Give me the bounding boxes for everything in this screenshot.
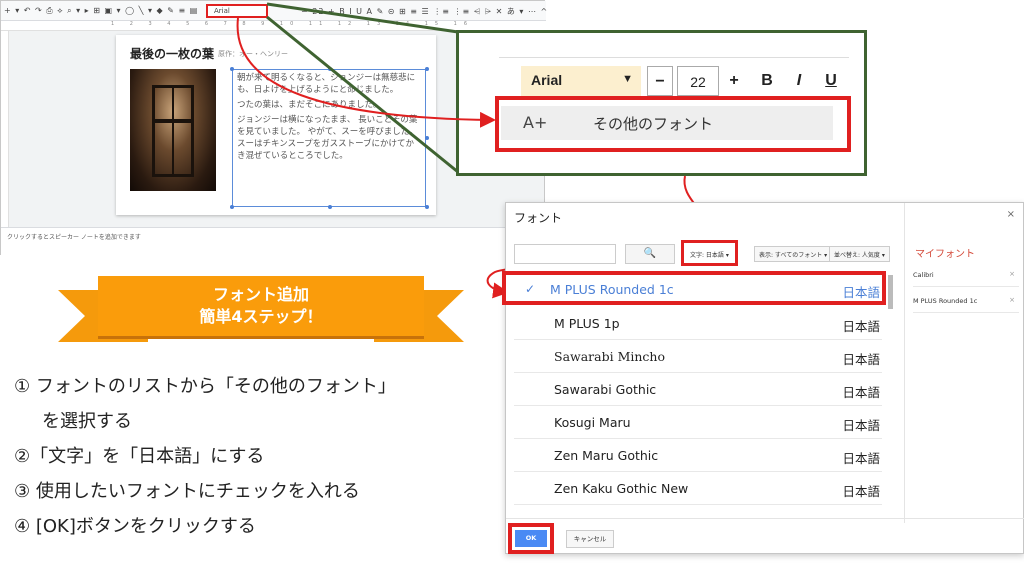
slide-title[interactable]: 最後の一枚の葉 xyxy=(130,45,214,62)
bold-button[interactable]: B xyxy=(757,66,777,96)
cancel-button[interactable]: キャンセル xyxy=(566,530,614,548)
more-fonts-label: その他のフォント xyxy=(593,115,714,133)
font-language: 日本語 xyxy=(842,451,880,466)
chevron-down-icon: ▼ xyxy=(622,73,633,85)
script-filter-dropdown[interactable]: 文字: 日本語 ▾ xyxy=(681,240,738,266)
resize-handle[interactable] xyxy=(328,67,332,71)
my-font-item: M PLUS Rounded 1c × xyxy=(913,291,1019,313)
italic-button[interactable]: I xyxy=(789,66,809,96)
show-filter-dropdown[interactable]: 表示: すべてのフォント ▾ xyxy=(754,246,833,262)
resize-handle[interactable] xyxy=(230,67,234,71)
font-size-increase-button[interactable]: + xyxy=(723,66,745,96)
my-font-item: Calibri × xyxy=(913,265,1019,287)
step-2: ②「文字」を「日本語」にする xyxy=(14,446,265,467)
resize-handle[interactable] xyxy=(230,205,234,209)
font-select-label: Arial xyxy=(531,72,563,88)
my-fonts-title: マイフォント xyxy=(915,249,975,260)
font-item-m-plus-rounded-1c[interactable]: ✓ M PLUS Rounded 1c 日本語 xyxy=(502,271,886,305)
font-item-kosugi-maru[interactable]: Kosugi Maru 日本語 xyxy=(514,406,882,439)
more-fonts-menu-item[interactable]: A+ その他のフォント xyxy=(501,106,833,140)
font-search-input[interactable] xyxy=(514,244,616,264)
font-item-sawarabi-mincho[interactable]: Sawarabi Mincho 日本語 xyxy=(514,340,882,373)
font-family-select[interactable]: Arial xyxy=(206,4,268,18)
resize-handle[interactable] xyxy=(425,205,429,209)
steps-list: ① フォントのリストから「その他のフォント」 を選択する ②「文字」を「日本語」… xyxy=(14,372,474,547)
font-list-scrollbar[interactable] xyxy=(888,275,893,309)
toolbar-format-icons[interactable]: − 22 + B I U A ✎ ⊝ ⊞ ≡ ☰ ⋮≡ ⋮≡ ⩤ ⩥ ✕ あ ▾… xyxy=(301,6,548,17)
toolbar-icons[interactable]: + ▾ ↶ ↷ ⎙ ⟡ ⌕ ▾ ▸ ⊞ ▣ ▾ ◯ ╲ ▾ ◆ ✎ ≡ ▤ xyxy=(4,6,198,16)
editor-toolbar: + ▾ ↶ ↷ ⎙ ⟡ ⌕ ▾ ▸ ⊞ ▣ ▾ ◯ ╲ ▾ ◆ ✎ ≡ ▤ Ar… xyxy=(1,1,548,21)
step-1-continued: を選択する xyxy=(42,411,132,432)
font-select-zoomed[interactable]: Arial ▼ xyxy=(521,66,641,96)
font-name: Zen Maru Gothic xyxy=(554,448,659,463)
font-language: 日本語 xyxy=(842,352,880,367)
font-language: 日本語 xyxy=(842,385,880,400)
ok-button-highlight: OK xyxy=(508,523,554,554)
underline-button[interactable]: U xyxy=(821,66,841,96)
vertical-ruler xyxy=(1,31,9,231)
font-item-zen-maru-gothic[interactable]: Zen Maru Gothic 日本語 xyxy=(514,439,882,472)
font-item-sawarabi-gothic[interactable]: Sawarabi Gothic 日本語 xyxy=(514,373,882,406)
remove-icon[interactable]: × xyxy=(1009,296,1015,304)
window-mullion xyxy=(172,85,174,177)
add-font-icon: A+ xyxy=(523,113,548,132)
banner-title-line2: 簡単4ステップ！ xyxy=(199,307,323,326)
slide-text-box[interactable]: 朝が来て明るくなると、ジョンジーは無慈悲にも、日よけを上げるようにと命じました。… xyxy=(232,69,426,207)
sort-dropdown[interactable]: 並べ替え: 人気度 ▾ xyxy=(829,246,890,262)
font-name: Sawarabi Gothic xyxy=(554,382,657,397)
resize-handle[interactable] xyxy=(328,205,332,209)
ribbon-main: フォント追加 簡単4ステップ！ xyxy=(98,276,424,336)
divider xyxy=(499,57,849,58)
font-name: Zen Kaku Gothic New xyxy=(554,481,689,496)
resize-handle[interactable] xyxy=(425,67,429,71)
speaker-notes[interactable]: クリックするとスピーカー ノートを追加できます xyxy=(1,227,546,255)
check-icon: ✓ xyxy=(525,282,536,296)
slide-paragraph: つたの葉は、まだそこにありました。 xyxy=(237,100,382,110)
more-fonts-highlight: A+ その他のフォント xyxy=(495,96,851,152)
step-1: ① フォントのリストから「その他のフォント」 xyxy=(14,376,396,397)
font-dialog: フォント × 🔍 文字: 日本語 ▾ 表示: すべてのフォント ▾ 並べ替え: … xyxy=(502,202,1024,554)
slide-author[interactable]: 原作：オー・ヘンリー xyxy=(218,49,288,59)
my-font-name: M PLUS Rounded 1c xyxy=(913,297,978,305)
dialog-title: フォント xyxy=(514,211,563,225)
ok-button[interactable]: OK xyxy=(515,530,547,547)
remove-icon[interactable]: × xyxy=(1009,270,1015,278)
banner-title-line1: フォント追加 xyxy=(212,285,309,304)
font-name: M PLUS 1p xyxy=(554,316,620,331)
my-font-name: Calibri xyxy=(913,271,934,279)
step-4: ④ [OK]ボタンをクリックする xyxy=(14,516,256,537)
zoom-callout: Arial ▼ − 22 + B I U A+ その他のフォント xyxy=(456,30,867,176)
resize-handle[interactable] xyxy=(425,136,429,140)
tutorial-canvas: + ▾ ↶ ↷ ⎙ ⟡ ⌕ ▾ ▸ ⊞ ▣ ▾ ◯ ╲ ▾ ◆ ✎ ≡ ▤ Ar… xyxy=(0,0,1024,563)
font-language: 日本語 xyxy=(842,418,880,433)
font-language: 日本語 xyxy=(842,319,880,334)
font-language: 日本語 xyxy=(842,484,880,499)
font-item-m-plus-1p[interactable]: M PLUS 1p 日本語 xyxy=(514,307,882,340)
font-name: M PLUS Rounded 1c xyxy=(550,282,674,297)
dialog-footer: OK キャンセル xyxy=(506,518,1024,554)
window-photo[interactable] xyxy=(130,69,216,191)
font-size-decrease-button[interactable]: − xyxy=(647,66,673,96)
font-size-input[interactable]: 22 xyxy=(677,66,719,96)
font-item-zen-kaku-gothic-new[interactable]: Zen Kaku Gothic New 日本語 xyxy=(514,472,882,505)
font-name: Sawarabi Mincho xyxy=(554,349,665,364)
slide-paragraph: ジョンジーは横になったまま、 長いことその葉を見ていました。 やがて、スーを呼び… xyxy=(237,115,418,161)
my-fonts-panel: マイフォント Calibri × M PLUS Rounded 1c × xyxy=(904,203,1024,523)
step-3: ③ 使用したいフォントにチェックを入れる xyxy=(14,481,360,502)
font-list: ✓ M PLUS Rounded 1c 日本語 M PLUS 1p 日本語 Sa… xyxy=(502,271,898,516)
search-icon[interactable]: 🔍 xyxy=(625,244,675,264)
slide-paragraph: 朝が来て明るくなると、ジョンジーは無慈悲にも、日よけを上げるようにと命じました。 xyxy=(237,73,416,95)
font-language: 日本語 xyxy=(842,285,880,300)
steps-banner: フォント追加 簡単4ステップ！ xyxy=(58,276,464,354)
font-name: Kosugi Maru xyxy=(554,415,631,430)
slide-canvas[interactable]: 最後の一枚の葉 原作：オー・ヘンリー 朝が来て明るくなると、ジョンジーは無慈悲に… xyxy=(116,35,436,215)
